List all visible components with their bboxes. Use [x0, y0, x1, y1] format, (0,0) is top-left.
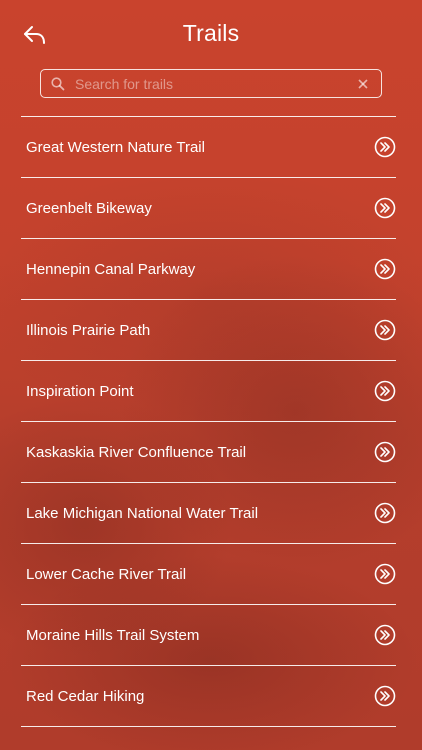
list-item[interactable]: Illinois Prairie Path [21, 300, 396, 360]
list-item[interactable]: Great Western Nature Trail [21, 117, 396, 177]
trail-name: Kaskaskia River Confluence Trail [26, 443, 247, 461]
double-chevron-right-icon[interactable] [374, 380, 396, 402]
trail-name: Moraine Hills Trail System [26, 626, 200, 644]
trail-name: Hennepin Canal Parkway [26, 260, 196, 278]
double-chevron-right-icon[interactable] [374, 258, 396, 280]
trail-name: Red Cedar Hiking [26, 687, 145, 705]
list-item[interactable]: Inspiration Point [21, 361, 396, 421]
double-chevron-right-icon[interactable] [374, 685, 396, 707]
clear-search-button[interactable] [355, 76, 371, 92]
list-item[interactable]: Hennepin Canal Parkway [21, 239, 396, 299]
trail-name: Greenbelt Bikeway [26, 199, 152, 217]
list-item[interactable]: Kaskaskia River Confluence Trail [21, 422, 396, 482]
double-chevron-right-icon[interactable] [374, 197, 396, 219]
trail-list: Great Western Nature Trail Greenbelt Bik… [21, 116, 396, 727]
list-item[interactable]: Lower Cache River Trail [21, 544, 396, 604]
list-item[interactable]: Greenbelt Bikeway [21, 178, 396, 238]
search-icon [51, 76, 65, 90]
search-input[interactable] [75, 75, 355, 92]
double-chevron-right-icon[interactable] [374, 502, 396, 524]
trail-name: Lake Michigan National Water Trail [26, 504, 259, 522]
double-chevron-right-icon[interactable] [374, 136, 396, 158]
page-title: Trails [182, 20, 240, 46]
list-item[interactable]: Lake Michigan National Water Trail [21, 483, 396, 543]
list-item[interactable]: Red Cedar Hiking [21, 666, 396, 726]
double-chevron-right-icon[interactable] [374, 441, 396, 463]
trail-name: Inspiration Point [26, 382, 134, 400]
trail-name: Illinois Prairie Path [26, 321, 151, 339]
trail-name: Lower Cache River Trail [26, 565, 187, 583]
list-item[interactable]: Moraine Hills Trail System [21, 605, 396, 665]
clear-icon [358, 78, 368, 89]
search-bar[interactable] [40, 69, 382, 98]
double-chevron-right-icon[interactable] [374, 563, 396, 585]
trail-name: Great Western Nature Trail [26, 138, 205, 156]
nav-bar: Trails [0, 0, 422, 68]
double-chevron-right-icon[interactable] [374, 319, 396, 341]
divider [21, 726, 396, 727]
trails-screen: Trails Great Western Nature Trail Greenb… [0, 0, 422, 750]
double-chevron-right-icon[interactable] [374, 624, 396, 646]
